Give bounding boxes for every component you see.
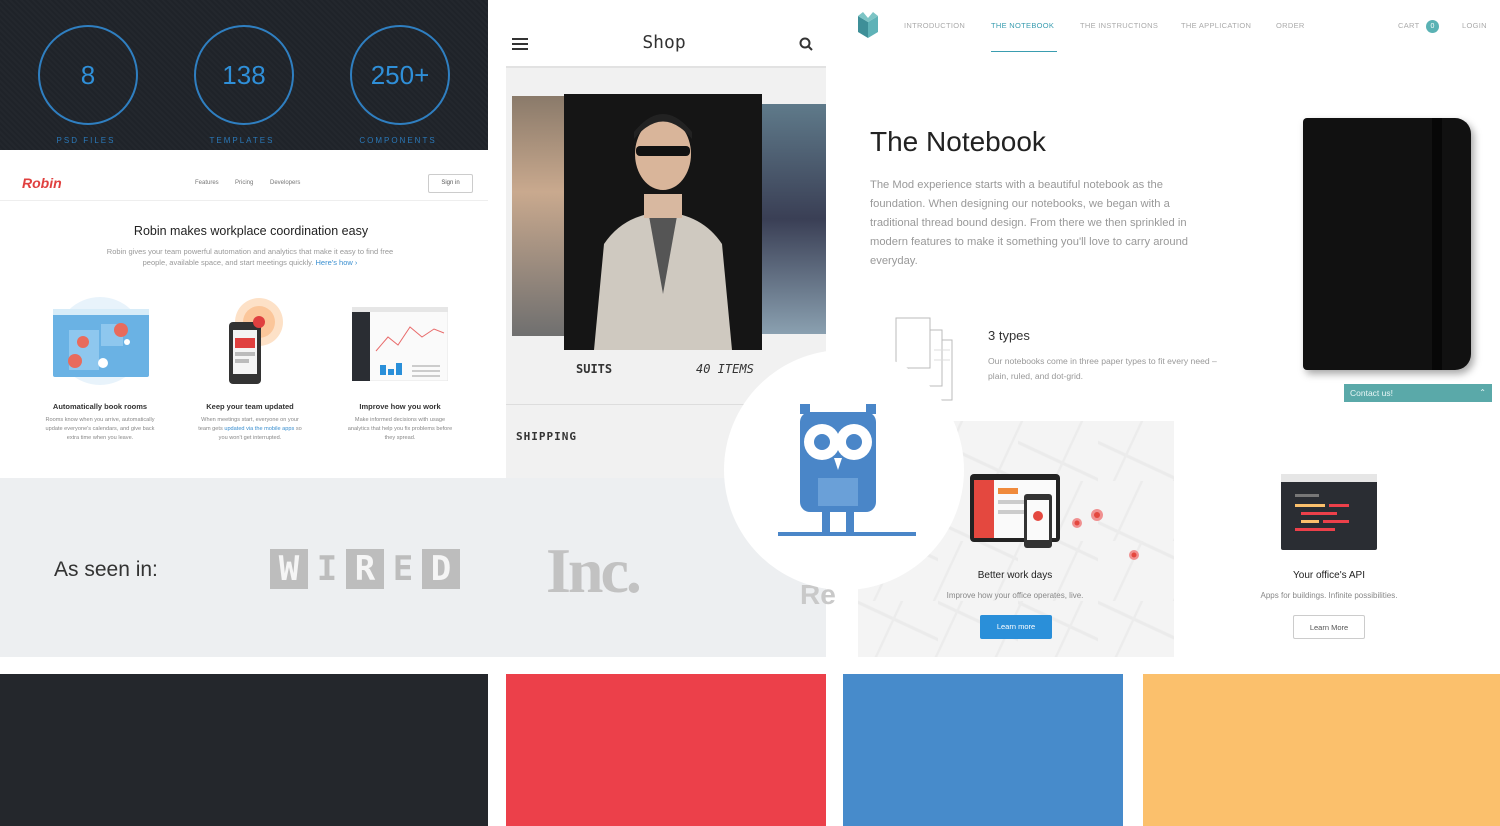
as-seen-in-label: As seen in: [54, 558, 158, 581]
wired-letter: I [316, 549, 338, 589]
stats-panel: 8 138 250+ PSD FILES TEMPLATES COMPONENT… [0, 0, 488, 150]
color-swatch-blue [843, 674, 1123, 826]
office-api-title: Your office's API [1293, 570, 1365, 581]
stat-circle-templates: 138 [194, 25, 294, 125]
learn-more-button[interactable]: Learn more [980, 615, 1052, 639]
nav-cart[interactable]: CART [1398, 21, 1419, 30]
wired-letter: W [270, 549, 308, 589]
desc-line: extra time when you leave. [66, 435, 134, 441]
color-swatch-dark [0, 674, 488, 826]
product-card-left[interactable] [512, 96, 568, 336]
better-work-days-desc: Improve how your office operates, live. [946, 591, 1084, 600]
nav-the-application[interactable]: THE APPLICATION [1181, 21, 1251, 30]
search-icon[interactable] [799, 37, 813, 51]
learn-more-outline-button[interactable]: Learn More [1293, 615, 1365, 639]
robin-headline: Robin makes workplace coordination easy [133, 224, 369, 238]
map-pins [1072, 509, 1139, 560]
feature-desc: Make informed decisions with usage analy… [333, 416, 467, 443]
better-work-days-title: Better work days [977, 570, 1053, 581]
owl-icon [778, 404, 916, 536]
active-nav-underline [991, 51, 1057, 52]
desc-line: Rooms know when you arrive, automaticall… [45, 417, 155, 423]
office-api-desc: Apps for buildings. Infinite possibiliti… [1260, 591, 1398, 600]
subheadline-line-2: people, available space, and start meeti… [142, 258, 314, 267]
mod-logo-icon[interactable] [858, 12, 878, 38]
robin-logo[interactable]: Robin [22, 175, 62, 191]
nav-login[interactable]: LOGIN [1462, 21, 1487, 30]
desc-line: When meetings start, everyone on your [201, 417, 299, 423]
robin-header: Robin Features Pricing Developers Sign i… [0, 150, 488, 201]
desc-line: you won't get interrupted. [218, 435, 282, 441]
wired-logo: W I R E D [270, 549, 460, 589]
nav-link-features[interactable]: Features [195, 180, 219, 186]
desc-line: team gets [198, 426, 223, 432]
product-card-main[interactable] [564, 94, 762, 350]
stat-label: TEMPLATES [209, 136, 275, 145]
wired-letter: R [346, 549, 384, 589]
stat-label: COMPONENTS [359, 136, 437, 145]
nav-link-pricing[interactable]: Pricing [235, 180, 253, 186]
nav-the-instructions[interactable]: THE INSTRUCTIONS [1080, 21, 1158, 30]
mobile-app-illustration [229, 298, 283, 384]
api-terminal-illustration [1281, 474, 1377, 550]
robin-subheadline: Robin gives your team powerful automatio… [80, 246, 420, 268]
stat-label: PSD FILES [56, 136, 116, 145]
chevron-up-icon[interactable]: ⌃ [1479, 384, 1486, 402]
feature-title: Improve how you work [359, 402, 441, 411]
devices-illustration [970, 474, 1060, 548]
desc-line: analytics that help you fix problems bef… [347, 426, 453, 432]
color-swatch-yellow [1143, 674, 1500, 826]
notebook-description: The Mod experience starts with a beautif… [870, 179, 1189, 267]
feature-title: Keep your team updated [206, 402, 294, 411]
category-label: SUITS [576, 362, 613, 376]
subheadline-line-1: Robin gives your team powerful automatio… [106, 247, 394, 256]
divider [506, 404, 746, 405]
rooms-illustration [53, 297, 149, 385]
stat-value: 8 [80, 59, 96, 90]
stat-value: 250+ [370, 59, 430, 90]
sign-in-button[interactable]: Sign in [428, 174, 473, 193]
shop-title: Shop [642, 32, 686, 53]
contact-us-bar[interactable]: Contact us! ⌃ [1344, 384, 1492, 402]
nav-the-notebook[interactable]: THE NOTEBOOK [991, 21, 1054, 30]
suit-model-image [564, 94, 762, 350]
as-seen-in-panel: As seen in: W I R E D Inc. Re [0, 478, 836, 657]
nav-link-developers[interactable]: Developers [270, 180, 300, 186]
stat-circle-psd: 8 [38, 25, 138, 125]
heres-how-link[interactable]: Here's how › [316, 258, 358, 267]
robin-landing-panel: Robin Features Pricing Developers Sign i… [0, 150, 488, 478]
types-description: Our notebooks come in three paper types … [988, 356, 1217, 381]
nav-order[interactable]: ORDER [1276, 21, 1305, 30]
product-card-right[interactable] [762, 104, 826, 334]
items-count-label: 40 ITEMS [696, 362, 754, 376]
analytics-illustration [352, 307, 448, 381]
mobile-apps-link[interactable]: updated via the mobile apps [224, 426, 294, 432]
types-title: 3 types [988, 328, 1030, 343]
inc-logo: Inc. [546, 535, 642, 606]
contact-label: Contact us! [1350, 388, 1393, 398]
feature-title: Automatically book rooms [52, 402, 148, 411]
cart-count-badge: 0 [1426, 20, 1439, 33]
desc-line: update everyone's calendars, and give ba… [45, 426, 155, 432]
shop-top-bar: Shop [506, 0, 826, 68]
wired-letter: E [392, 549, 414, 589]
desc-line: Make informed decisions with usage [354, 417, 446, 423]
desc-line: so [295, 426, 302, 432]
notebook-title: The Notebook [870, 126, 1046, 157]
desc-line: they spread. [384, 435, 416, 441]
stat-circle-components: 250+ [350, 25, 450, 125]
wired-letter: D [422, 549, 460, 589]
nav-introduction[interactable]: INTRODUCTION [904, 21, 965, 30]
shipping-label: SHIPPING [516, 430, 577, 443]
feature-desc: When meetings start, everyone on your te… [183, 416, 317, 443]
notebook-strap [1432, 118, 1442, 370]
stat-value: 138 [222, 59, 266, 90]
feature-desc: Rooms know when you arrive, automaticall… [33, 416, 167, 443]
notebook-product-image [1303, 118, 1471, 370]
color-swatch-red [506, 674, 826, 826]
